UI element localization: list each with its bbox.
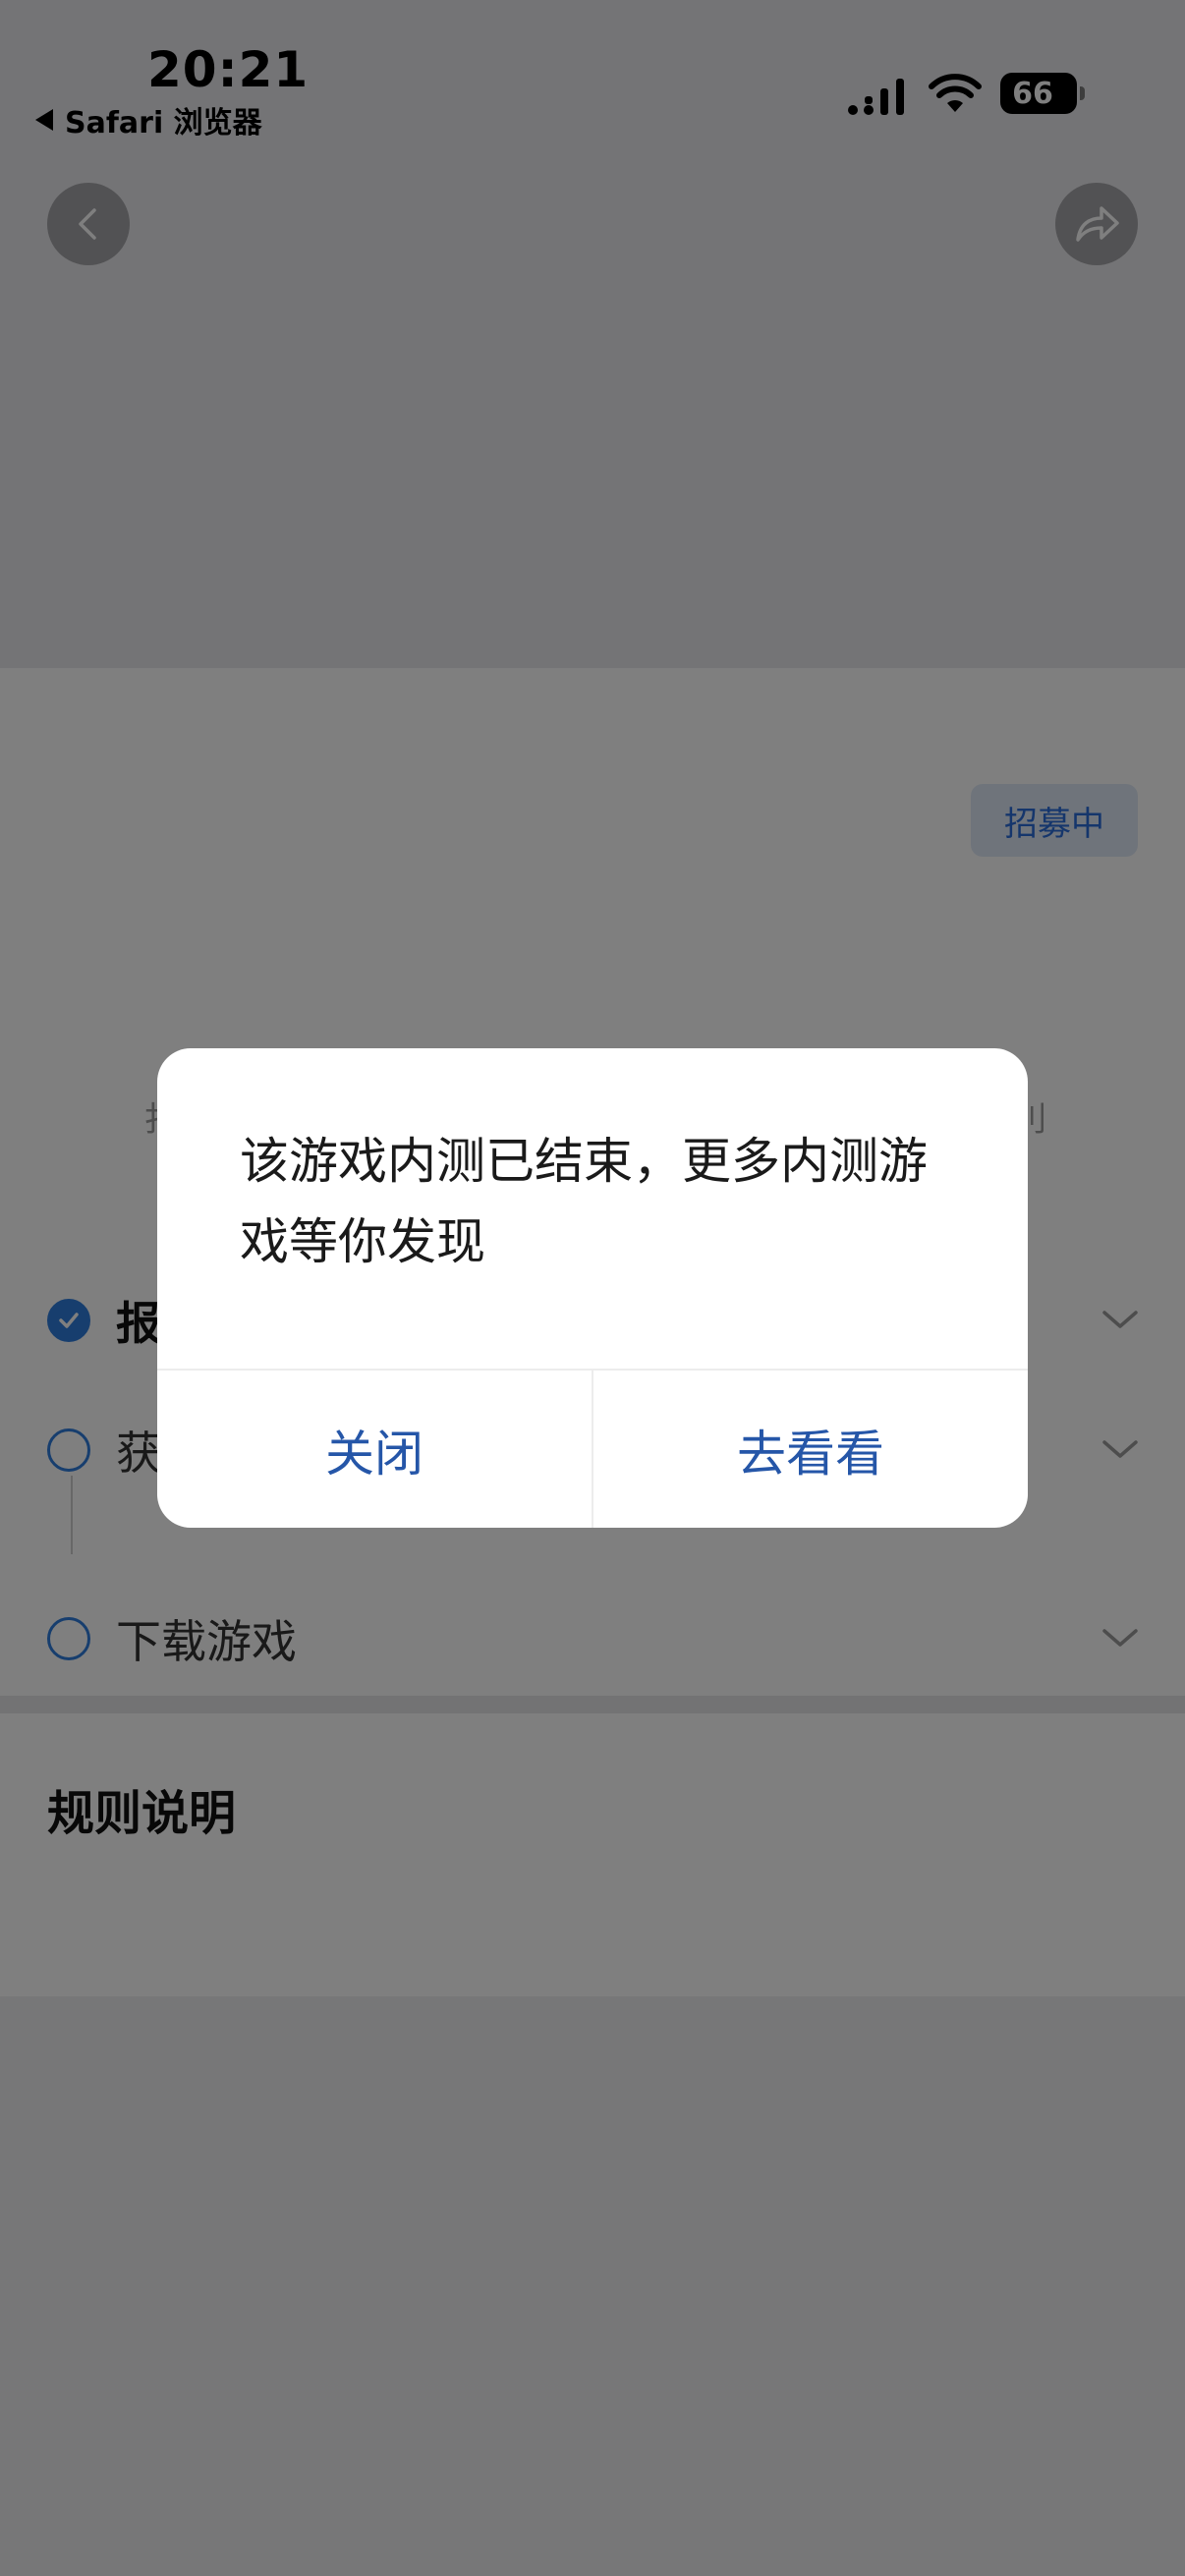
go-see-button[interactable]: 去看看 [592, 1371, 1028, 1528]
dialog-button-row: 关闭 去看看 [157, 1369, 1028, 1528]
test-ended-dialog: 该游戏内测已结束，更多内测游戏等你发现 关闭 去看看 [157, 1048, 1028, 1528]
dialog-message: 该游戏内测已结束，更多内测游戏等你发现 [240, 1133, 928, 1270]
page: 20:21 Safari 浏览器 66 招募中 扌 刂 [0, 0, 1185, 2576]
close-button[interactable]: 关闭 [157, 1371, 592, 1528]
